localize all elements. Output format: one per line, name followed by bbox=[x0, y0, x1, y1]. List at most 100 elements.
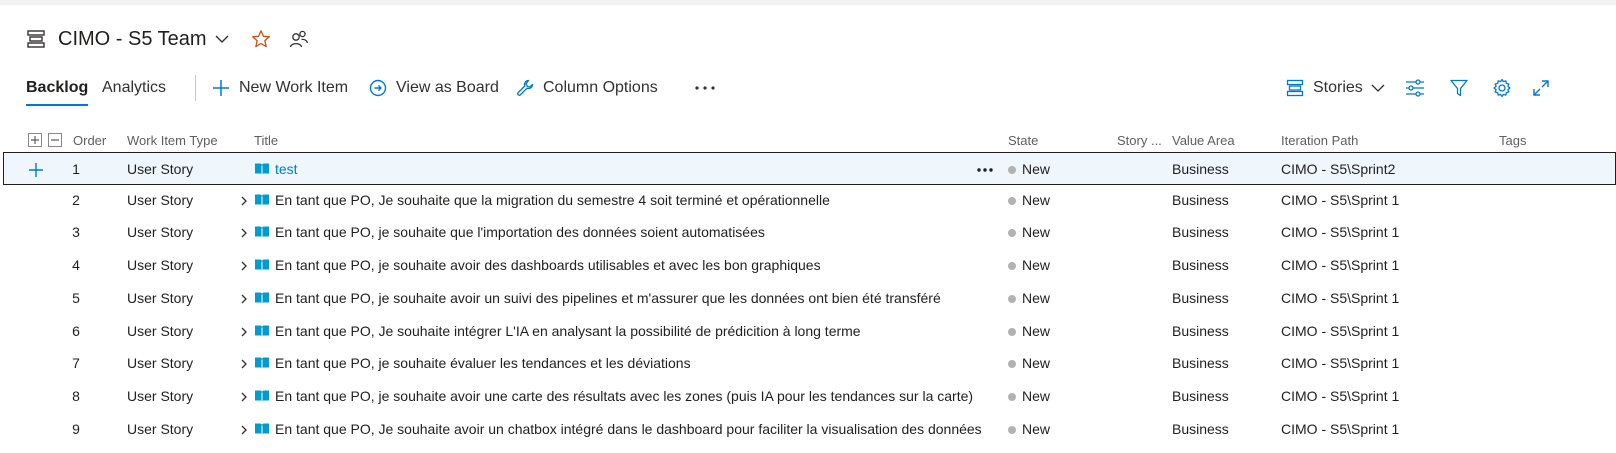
state-cell: New bbox=[1008, 315, 1050, 348]
value-area-cell: Business bbox=[1172, 161, 1229, 177]
filter-icon[interactable] bbox=[1449, 70, 1469, 106]
work-item-title[interactable]: En tant que PO, je souhaite évaluer les … bbox=[275, 355, 691, 371]
column-header-work-item-type[interactable]: Work Item Type bbox=[127, 128, 218, 154]
state-dot bbox=[1008, 197, 1016, 205]
column-header-value-area[interactable]: Value Area bbox=[1172, 128, 1235, 154]
column-header-story-points[interactable]: Story ... bbox=[1117, 128, 1162, 154]
work-item-title[interactable]: En tant que PO, Je souhaite intégrer L'I… bbox=[275, 323, 861, 339]
state-label: New bbox=[1022, 192, 1051, 208]
order-cell: 4 bbox=[72, 257, 80, 273]
table-row[interactable]: 4 User Story En tant que PO, je souhaite a… bbox=[0, 249, 1616, 282]
title-cell[interactable]: En tant que PO, Je souhaite que la migra… bbox=[254, 184, 830, 217]
new-work-item-label: New Work Item bbox=[239, 79, 349, 96]
view-as-board-button[interactable]: View as Board bbox=[369, 70, 499, 106]
title-cell[interactable]: En tant que PO, je souhaite évaluer les … bbox=[254, 347, 691, 380]
star-icon[interactable] bbox=[251, 29, 271, 49]
team-title[interactable]: CIMO - S5 Team bbox=[58, 28, 207, 51]
toolbar: Backlog Analytics New Work Item View as … bbox=[0, 70, 1616, 106]
state-dot bbox=[1008, 328, 1016, 336]
new-work-item-button[interactable]: New Work Item bbox=[212, 70, 348, 106]
tab-analytics[interactable]: Analytics bbox=[102, 70, 166, 106]
column-header-tags[interactable]: Tags bbox=[1499, 128, 1526, 154]
work-item-title[interactable]: En tant que PO, Je souhaite que la migra… bbox=[275, 192, 830, 208]
table-row[interactable]: 2 User Story En tant que PO, Je souhaite q… bbox=[0, 184, 1616, 217]
iteration-path-cell: CIMO - S5\Sprint 1 bbox=[1281, 355, 1400, 371]
work-item-type-cell: User Story bbox=[127, 323, 194, 339]
work-item-title[interactable]: En tant que PO, Je souhaite avoir un cha… bbox=[275, 421, 982, 437]
backlog-level-dropdown[interactable]: Stories bbox=[1286, 70, 1385, 106]
value-area-cell: Business bbox=[1172, 290, 1229, 306]
table-row[interactable]: 5 User Story En tant que PO, je souhaite a… bbox=[0, 282, 1616, 315]
work-item-title[interactable]: En tant que PO, je souhaite avoir des da… bbox=[275, 257, 821, 273]
state-label: New bbox=[1022, 355, 1051, 371]
column-header-state[interactable]: State bbox=[1008, 128, 1038, 154]
table-row[interactable]: 3 User Story En tant que PO, je souhaite q… bbox=[0, 216, 1616, 249]
user-story-icon bbox=[254, 317, 270, 350]
title-cell[interactable]: En tant que PO, je souhaite avoir des da… bbox=[254, 249, 821, 282]
state-dot bbox=[1008, 166, 1016, 174]
chevron-down-icon[interactable] bbox=[215, 34, 229, 44]
table-row[interactable]: 1 User Story test New Business CIMO - S5\Spri… bbox=[3, 152, 1616, 185]
title-cell[interactable]: En tant que PO, Je souhaite avoir un cha… bbox=[254, 413, 982, 446]
top-strip bbox=[0, 0, 1616, 5]
title-cell[interactable]: En tant que PO, je souhaite avoir une ca… bbox=[254, 380, 973, 413]
table-row[interactable]: 6 User Story En tant que PO, Je souhaite i… bbox=[0, 315, 1616, 348]
title-cell[interactable]: En tant que PO, je souhaite avoir un sui… bbox=[254, 282, 941, 315]
chevron-right-icon[interactable] bbox=[240, 249, 248, 282]
gear-icon[interactable] bbox=[1492, 70, 1512, 106]
column-options-button[interactable]: Column Options bbox=[516, 70, 658, 106]
iteration-path-cell: CIMO - S5\Sprint 1 bbox=[1281, 290, 1400, 306]
work-item-type-cell: User Story bbox=[127, 192, 194, 208]
order-cell: 1 bbox=[72, 161, 80, 177]
work-item-type-cell: User Story bbox=[127, 421, 194, 437]
user-story-icon bbox=[254, 218, 270, 251]
state-dot bbox=[1008, 426, 1016, 434]
user-story-icon bbox=[254, 349, 270, 382]
chevron-right-icon[interactable] bbox=[240, 380, 248, 413]
collapse-all-icon[interactable] bbox=[48, 133, 62, 147]
title-cell[interactable]: En tant que PO, Je souhaite intégrer L'I… bbox=[254, 315, 861, 348]
state-label: New bbox=[1022, 388, 1051, 404]
chevron-right-icon[interactable] bbox=[240, 315, 248, 348]
iteration-path-cell: CIMO - S5\Sprint 1 bbox=[1281, 257, 1400, 273]
column-header-order[interactable]: Order bbox=[73, 128, 106, 154]
state-cell: New bbox=[1008, 216, 1050, 249]
work-item-title[interactable]: En tant que PO, je souhaite avoir un sui… bbox=[275, 290, 941, 306]
team-members-icon[interactable] bbox=[289, 29, 309, 49]
column-header-iteration-path[interactable]: Iteration Path bbox=[1281, 128, 1358, 154]
title-cell[interactable]: En tant que PO, je souhaite que l'import… bbox=[254, 216, 765, 249]
table-row[interactable]: 7 User Story En tant que PO, je souhaite é… bbox=[0, 347, 1616, 380]
work-item-title[interactable]: test bbox=[275, 161, 298, 177]
column-options-label: Column Options bbox=[543, 79, 658, 96]
view-options-icon[interactable] bbox=[1405, 70, 1425, 106]
user-story-icon bbox=[254, 251, 270, 284]
chevron-right-icon[interactable] bbox=[240, 216, 248, 249]
order-cell: 7 bbox=[72, 355, 80, 371]
expand-all-icon[interactable] bbox=[28, 133, 42, 147]
view-as-board-label: View as Board bbox=[396, 79, 499, 96]
table-row[interactable]: 8 User Story En tant que PO, je souhaite a… bbox=[0, 380, 1616, 413]
work-item-title[interactable]: En tant que PO, je souhaite que l'import… bbox=[275, 224, 765, 240]
state-label: New bbox=[1022, 323, 1051, 339]
work-item-title[interactable]: En tant que PO, je souhaite avoir une ca… bbox=[275, 388, 973, 404]
iteration-path-cell: CIMO - S5\Sprint 1 bbox=[1281, 323, 1400, 339]
table-row[interactable]: 9 User Story En tant que PO, Je souhaite a… bbox=[0, 413, 1616, 446]
state-cell: New bbox=[1008, 380, 1050, 413]
fullscreen-icon[interactable] bbox=[1532, 70, 1550, 106]
chevron-right-icon[interactable] bbox=[240, 282, 248, 315]
plus-icon[interactable] bbox=[28, 153, 44, 186]
more-icon[interactable] bbox=[976, 153, 994, 186]
iteration-path-cell: CIMO - S5\Sprint 1 bbox=[1281, 421, 1400, 437]
iteration-path-cell: CIMO - S5\Sprint 1 bbox=[1281, 388, 1400, 404]
board-icon bbox=[369, 79, 387, 97]
state-label: New bbox=[1022, 290, 1051, 306]
tab-backlog[interactable]: Backlog bbox=[26, 70, 89, 106]
column-header-title[interactable]: Title bbox=[254, 128, 278, 154]
value-area-cell: Business bbox=[1172, 323, 1229, 339]
more-icon[interactable] bbox=[694, 70, 716, 106]
title-cell[interactable]: test bbox=[254, 153, 298, 186]
chevron-right-icon[interactable] bbox=[240, 184, 248, 217]
chevron-right-icon[interactable] bbox=[240, 413, 248, 446]
value-area-cell: Business bbox=[1172, 192, 1229, 208]
chevron-right-icon[interactable] bbox=[240, 347, 248, 380]
